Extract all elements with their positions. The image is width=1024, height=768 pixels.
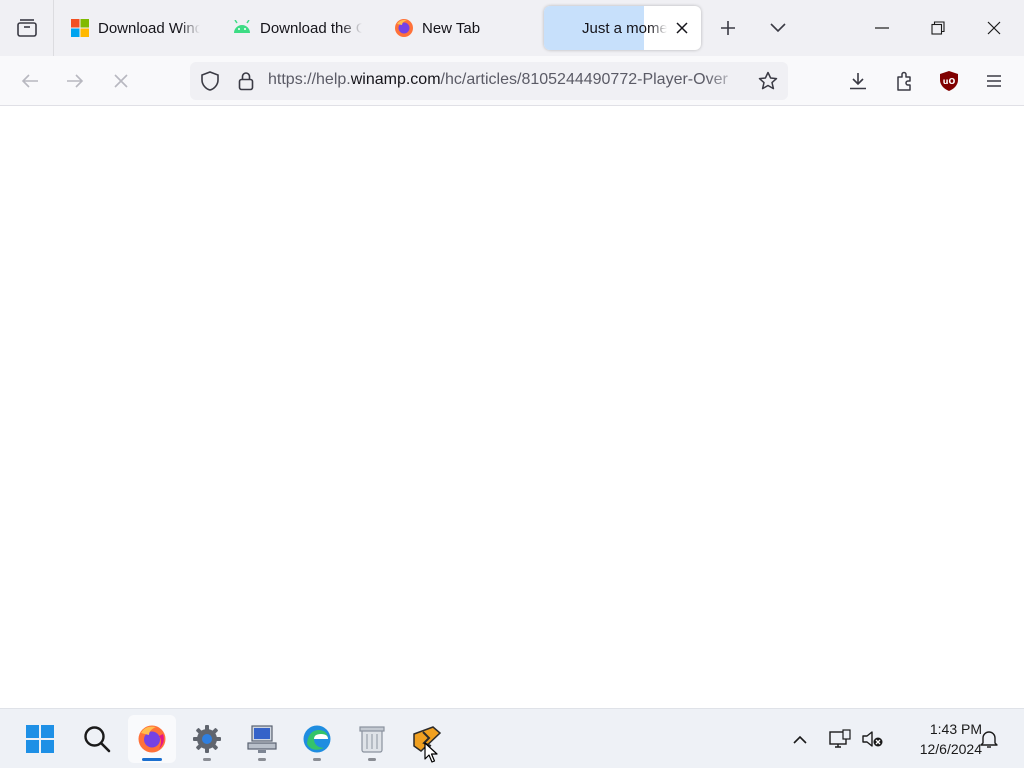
- running-indicator: [368, 758, 376, 761]
- firefox-icon: [394, 18, 414, 38]
- list-all-tabs-button[interactable]: [760, 10, 796, 46]
- close-window-button[interactable]: [966, 0, 1022, 56]
- network-icon: [829, 729, 851, 748]
- lock-icon[interactable]: [234, 69, 258, 93]
- windows-start-icon: [26, 725, 54, 753]
- extensions-icon: [897, 71, 911, 91]
- taskbar-firefox[interactable]: [128, 715, 176, 763]
- notifications-button[interactable]: [971, 721, 1007, 757]
- back-icon: [21, 74, 38, 88]
- taskbar: 1:43 PM 12/6/2024: [0, 708, 1024, 768]
- tab-just-a-moment[interactable]: Just a moment...: [544, 6, 701, 50]
- ublock-origin-button[interactable]: uO: [931, 63, 967, 99]
- tab-title: Just a moment...: [582, 19, 668, 37]
- running-indicator: [203, 758, 211, 761]
- forward-icon: [67, 74, 84, 88]
- settings-icon: [193, 725, 221, 753]
- volume-button[interactable]: [854, 721, 890, 757]
- ublock-origin-icon: uO: [940, 71, 958, 91]
- active-indicator: [142, 758, 162, 761]
- close-icon: [987, 21, 1001, 35]
- stop-icon: [114, 74, 128, 88]
- recycle-bin-icon: [359, 726, 385, 753]
- page-content-area[interactable]: [0, 106, 1024, 708]
- url-scheme: https://help.: [268, 71, 351, 88]
- tab-title: New Tab: [422, 19, 481, 37]
- clock[interactable]: 1:43 PM 12/6/2024: [892, 719, 982, 759]
- taskbar-network-computer[interactable]: [238, 715, 286, 763]
- running-indicator: [258, 758, 266, 761]
- tab-download-windows[interactable]: Download Windows: [60, 6, 210, 50]
- restore-icon: [931, 21, 945, 35]
- search-button[interactable]: [73, 715, 121, 763]
- url-host: winamp.com: [350, 71, 441, 88]
- url-input[interactable]: https://help.winamp.com/hc/articles/8105…: [268, 71, 744, 93]
- close-tab-button[interactable]: [673, 19, 691, 37]
- download-icon: [850, 73, 866, 90]
- app-menu-button[interactable]: [976, 63, 1012, 99]
- extensions-button[interactable]: [886, 63, 922, 99]
- restore-button[interactable]: [910, 0, 966, 56]
- android-icon: [232, 18, 252, 38]
- stop-button[interactable]: [103, 63, 139, 99]
- edge-icon: [303, 725, 331, 753]
- chevron-up-icon: [793, 735, 807, 744]
- clock-time: 1:43 PM: [929, 721, 982, 737]
- menu-icon: [987, 75, 1001, 87]
- taskbar-settings[interactable]: [183, 715, 231, 763]
- tab-title: Download Windows: [98, 19, 200, 37]
- url-path: /hc/articles/8105244490772-Player-Over: [440, 71, 728, 88]
- taskbar-recycle-bin[interactable]: [348, 715, 396, 763]
- svg-text:uO: uO: [943, 77, 956, 86]
- tab-title: Download the Google: [260, 19, 362, 37]
- firefox-icon: [138, 725, 166, 753]
- network-computer-icon: [247, 725, 277, 753]
- downloads-button[interactable]: [840, 63, 876, 99]
- notification-bell-icon: [980, 731, 998, 748]
- minimize-icon: [875, 27, 889, 29]
- close-icon: [676, 22, 688, 34]
- all-tabs-button[interactable]: [0, 0, 54, 56]
- search-icon: [84, 726, 111, 753]
- bookmark-star-icon[interactable]: [756, 69, 780, 93]
- tab-strip: Download Windows Download the Google New…: [0, 0, 1024, 56]
- tab-download-google[interactable]: Download the Google: [222, 6, 372, 50]
- tab-new-tab[interactable]: New Tab: [384, 6, 534, 50]
- address-bar[interactable]: https://help.winamp.com/hc/articles/8105…: [190, 62, 788, 100]
- network-status-button[interactable]: [822, 721, 858, 757]
- new-tab-button[interactable]: [710, 10, 746, 46]
- minimize-button[interactable]: [854, 0, 910, 56]
- forward-button[interactable]: [57, 63, 93, 99]
- start-button[interactable]: [16, 715, 64, 763]
- plus-icon: [721, 21, 735, 35]
- tab-list-icon: [16, 19, 37, 37]
- microsoft-logo-icon: [70, 18, 90, 38]
- volume-muted-icon: [862, 731, 883, 747]
- clock-date: 12/6/2024: [919, 741, 982, 757]
- back-button[interactable]: [12, 63, 48, 99]
- running-indicator: [313, 758, 321, 761]
- tracking-shield-icon[interactable]: [198, 69, 222, 93]
- mouse-cursor-icon: [424, 742, 438, 763]
- taskbar-edge[interactable]: [293, 715, 341, 763]
- chevron-down-icon: [770, 23, 786, 33]
- show-hidden-icons-button[interactable]: [782, 721, 818, 757]
